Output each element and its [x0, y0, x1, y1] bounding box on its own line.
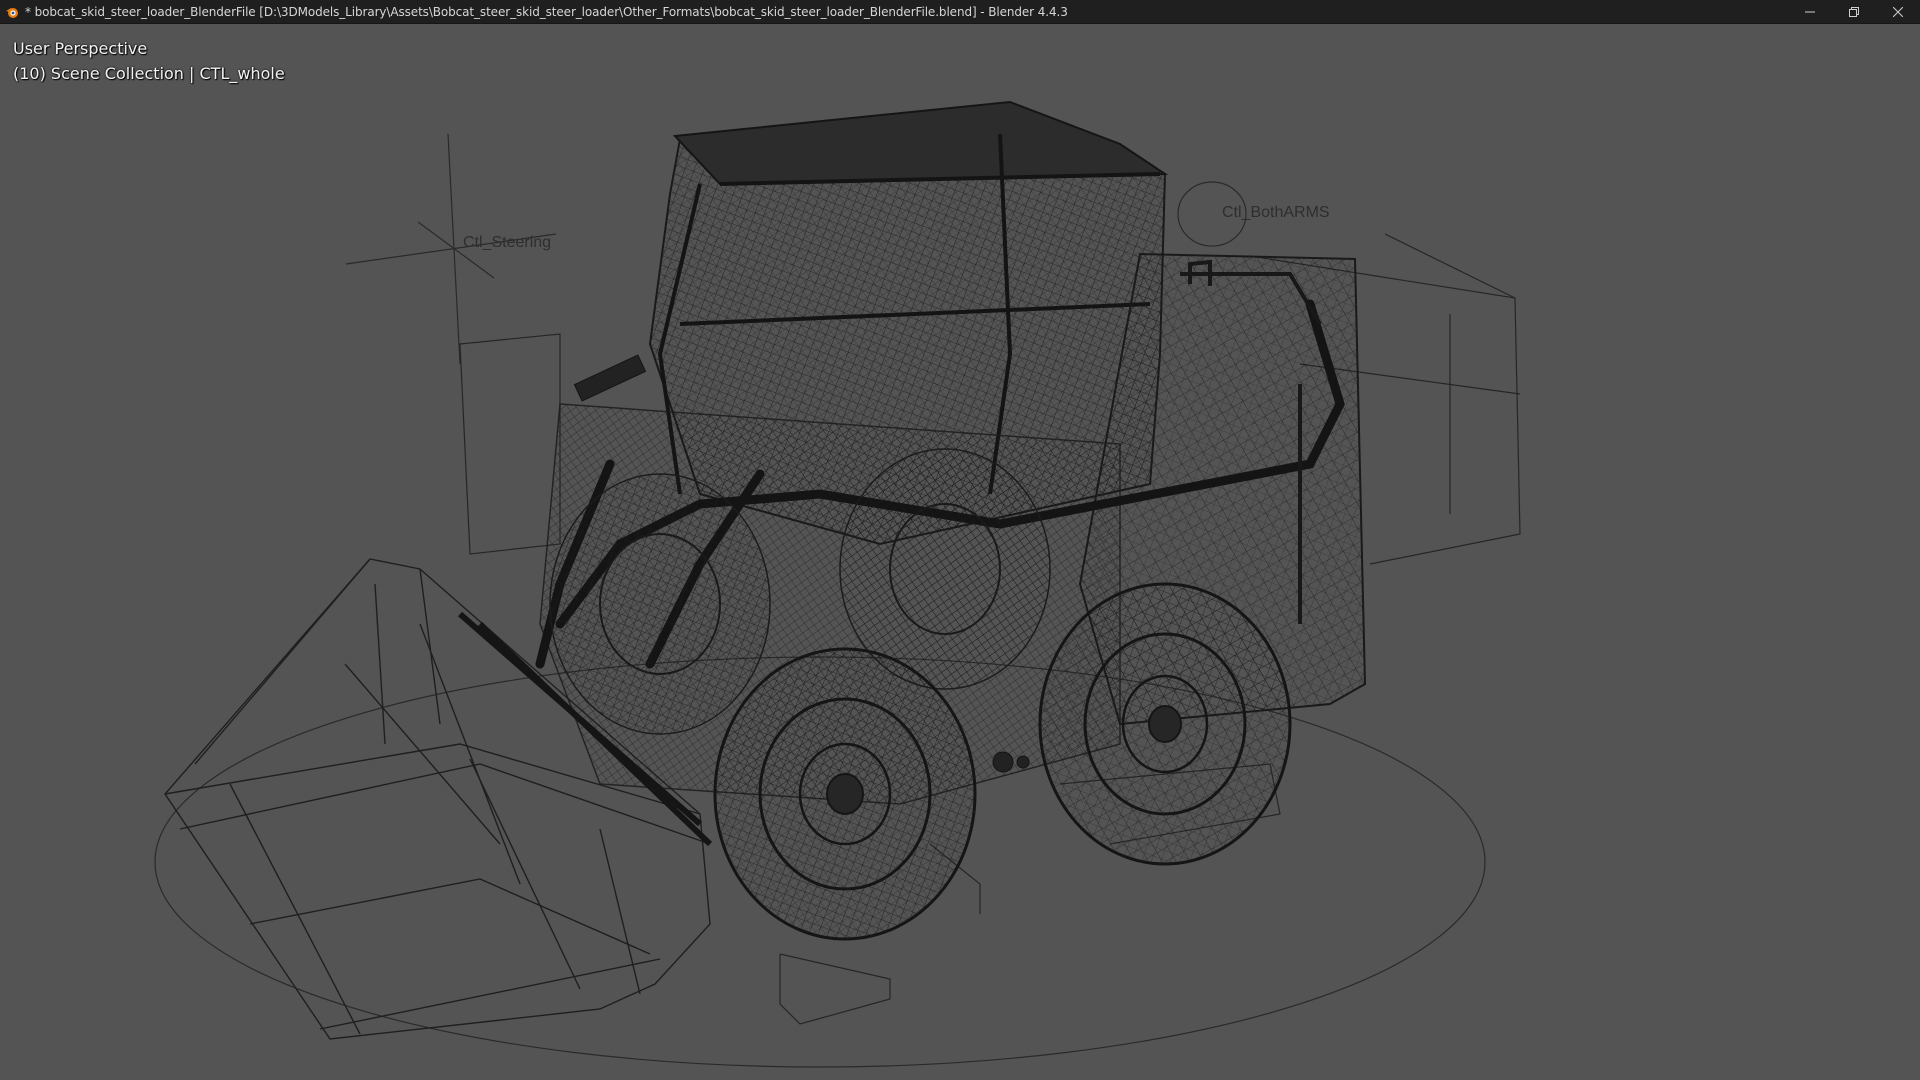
restore-button[interactable] — [1832, 0, 1876, 24]
minimize-icon — [1805, 11, 1815, 12]
wheel-back-left — [549, 473, 771, 735]
window-controls — [1788, 0, 1920, 24]
blender-window: * bobcat_skid_steer_loader_BlenderFile [… — [0, 0, 1920, 1080]
blender-logo-icon — [5, 5, 19, 19]
minimize-button[interactable] — [1788, 0, 1832, 24]
wheel-front-left — [713, 647, 977, 941]
restore-icon — [1849, 6, 1859, 17]
close-button[interactable] — [1876, 0, 1920, 24]
ctl-arms-label[interactable]: Ctl_BothARMS — [1222, 204, 1330, 222]
collection-info-label: (10) Scene Collection | CTL_whole — [13, 64, 285, 83]
wheel-front-right — [1038, 582, 1292, 866]
3d-viewport[interactable]: User Perspective (10) Scene Collection |… — [0, 24, 1920, 1080]
wireframe-scene — [154, 100, 1521, 1068]
close-icon — [1893, 6, 1903, 17]
view-name-label: User Perspective — [13, 39, 148, 58]
ctl-steering-label[interactable]: Ctl_Steering — [463, 234, 551, 252]
title-bar[interactable]: * bobcat_skid_steer_loader_BlenderFile [… — [0, 0, 1920, 24]
window-title: * bobcat_skid_steer_loader_BlenderFile [… — [25, 4, 1068, 19]
